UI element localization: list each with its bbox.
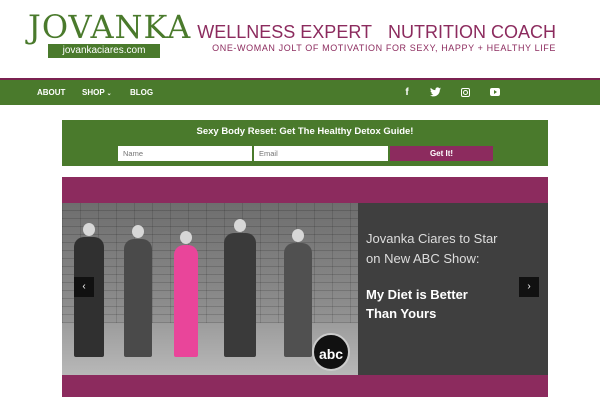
brick-wall-background <box>62 203 358 323</box>
instagram-icon[interactable] <box>458 80 472 105</box>
slider-prev-button[interactable]: ‹ <box>74 277 94 297</box>
optin-title: Sexy Body Reset: Get The Healthy Detox G… <box>196 126 414 137</box>
person-figure <box>224 219 256 357</box>
slide-heading: Jovanka Ciares to Star on New ABC Show: <box>366 231 498 266</box>
slide-show-title: My Diet is Better Than Yours <box>366 287 468 321</box>
person-figure <box>284 229 312 357</box>
youtube-icon[interactable] <box>488 80 502 105</box>
email-field[interactable] <box>254 146 388 161</box>
site-logo[interactable]: JOVANKA jovankaciares.com <box>28 10 190 60</box>
tagline-nutrition: NUTRITION COACH <box>388 22 556 42</box>
twitter-icon[interactable] <box>428 80 442 105</box>
tagline: WELLNESS EXPERT NUTRITION COACH <box>197 22 556 43</box>
featured-slider: abc Jovanka Ciares to Star on New ABC Sh… <box>62 177 548 397</box>
person-figure <box>74 223 104 357</box>
youtube-glyph <box>490 88 500 97</box>
instagram-glyph <box>460 87 470 97</box>
abc-logo: abc <box>312 333 350 371</box>
main-nav: ABOUT SHOP ⌄ BLOG f <box>0 78 600 105</box>
get-it-button[interactable]: Get It! <box>390 146 493 161</box>
logo-wordmark: JOVANKA <box>28 8 192 46</box>
nav-item-shop-label: SHOP <box>82 88 105 97</box>
person-figure <box>124 225 152 357</box>
logo-url-bar: jovankaciares.com <box>48 44 160 58</box>
nav-item-shop[interactable]: SHOP ⌄ <box>82 80 112 105</box>
tagline-subtitle: ONE-WOMAN JOLT OF MOTIVATION FOR SEXY, H… <box>212 43 556 53</box>
optin-bar: Sexy Body Reset: Get The Healthy Detox G… <box>62 120 548 166</box>
tagline-wellness: WELLNESS EXPERT <box>197 22 372 42</box>
name-field[interactable] <box>118 146 252 161</box>
facebook-icon[interactable]: f <box>400 80 414 105</box>
site-header: JOVANKA jovankaciares.com WELLNESS EXPER… <box>0 0 600 78</box>
slider-next-button[interactable]: › <box>519 277 539 297</box>
nav-item-blog[interactable]: BLOG <box>130 80 153 105</box>
person-figure <box>174 231 198 357</box>
nav-item-about[interactable]: ABOUT <box>37 80 65 105</box>
twitter-bird-glyph <box>429 87 441 97</box>
slide-photo: abc <box>62 203 358 375</box>
chevron-down-icon: ⌄ <box>106 91 112 97</box>
